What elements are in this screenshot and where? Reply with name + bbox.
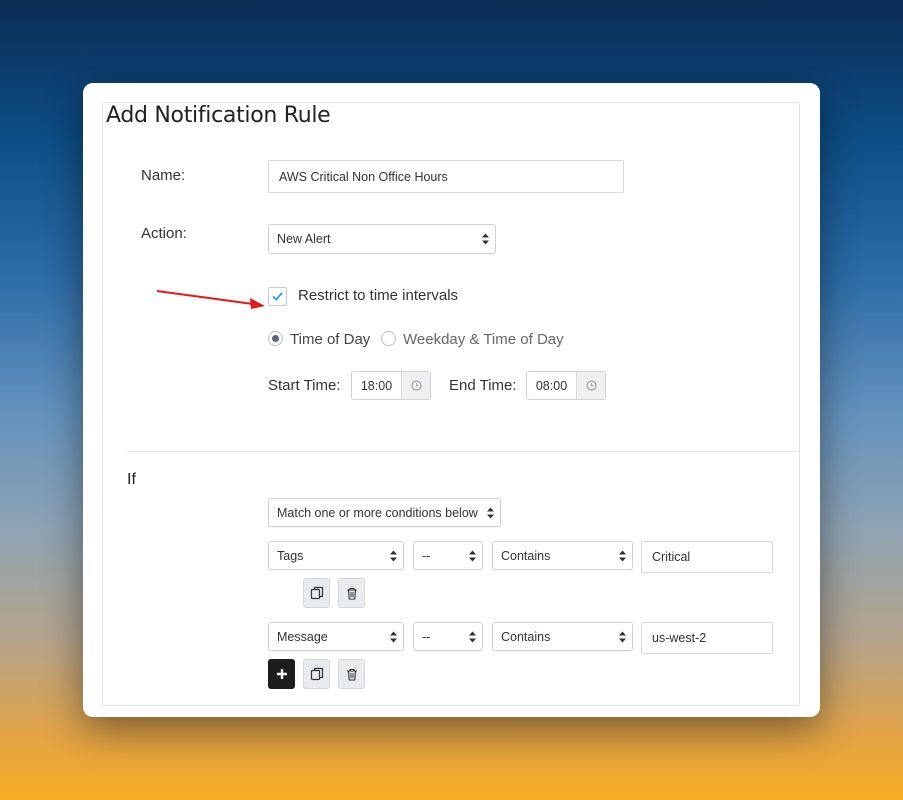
section-divider <box>127 451 799 452</box>
select-arrows-icon <box>469 631 476 642</box>
radio-weekday-time-of-day[interactable] <box>381 331 396 346</box>
trash-icon <box>346 587 357 600</box>
radio-time-of-day[interactable] <box>268 331 283 346</box>
condition-comparator-select[interactable]: Contains <box>492 541 633 570</box>
trash-icon <box>346 668 357 681</box>
delete-condition-button[interactable] <box>338 659 365 689</box>
name-input-value: AWS Critical Non Office Hours <box>279 169 448 184</box>
condition-comparator-value: Contains <box>501 629 551 644</box>
select-arrows-icon <box>390 550 397 561</box>
if-heading: If <box>127 471 136 488</box>
condition-field-value: Message <box>277 629 328 644</box>
start-time-picker[interactable]: 18:00 <box>351 371 431 400</box>
copy-icon <box>310 586 323 600</box>
name-input[interactable]: AWS Critical Non Office Hours <box>268 160 624 193</box>
restrict-label: Restrict to time intervals <box>298 287 459 304</box>
condition-value-text: us-west-2 <box>652 631 707 645</box>
end-time-label: End Time: <box>449 377 517 394</box>
condition-value-input[interactable]: us-west-2 <box>641 622 773 654</box>
condition-field-select[interactable]: Message <box>268 622 404 651</box>
condition-operator-value: -- <box>422 629 431 644</box>
condition-value-input[interactable]: Critical <box>641 541 773 573</box>
condition-comparator-select[interactable]: Contains <box>492 622 633 651</box>
clock-icon <box>585 380 597 391</box>
dialog-title: Add Notification Rule <box>106 103 331 128</box>
plus-icon <box>276 669 287 679</box>
notification-rule-panel: Add Notification Rule Name: AWS Critical… <box>102 102 800 706</box>
name-label: Name: <box>141 167 186 184</box>
action-select[interactable]: New Alert <box>268 224 496 254</box>
select-arrows-icon <box>469 550 476 561</box>
radio-time-of-day-label[interactable]: Time of Day <box>290 331 370 348</box>
checkmark-icon <box>272 292 283 301</box>
match-mode-value: Match one or more conditions below <box>277 505 478 520</box>
action-select-value: New Alert <box>277 232 331 246</box>
action-label: Action: <box>141 225 187 242</box>
condition-value-text: Critical <box>652 550 691 564</box>
start-time-value[interactable]: 18:00 <box>352 372 401 399</box>
select-arrows-icon <box>619 550 626 561</box>
condition-operator-select[interactable]: -- <box>413 622 483 651</box>
duplicate-condition-button[interactable] <box>303 659 330 689</box>
end-time-clock-button[interactable] <box>576 372 605 399</box>
condition-field-value: Tags <box>277 548 304 563</box>
end-time-value[interactable]: 08:00 <box>527 372 576 399</box>
add-condition-button[interactable] <box>268 659 295 689</box>
select-arrows-icon <box>482 233 489 245</box>
clock-icon <box>410 380 422 391</box>
select-arrows-icon <box>390 631 397 642</box>
dialog-card: Add Notification Rule Name: AWS Critical… <box>83 83 820 717</box>
start-time-label: Start Time: <box>268 377 341 394</box>
end-time-picker[interactable]: 08:00 <box>526 371 606 400</box>
duplicate-condition-button[interactable] <box>303 578 330 608</box>
restrict-checkbox[interactable] <box>268 287 287 306</box>
radio-weekday-time-of-day-label[interactable]: Weekday & Time of Day <box>403 331 564 348</box>
select-arrows-icon <box>487 507 494 518</box>
select-arrows-icon <box>619 631 626 642</box>
delete-condition-button[interactable] <box>338 578 365 608</box>
condition-field-select[interactable]: Tags <box>268 541 404 570</box>
copy-icon <box>310 667 323 681</box>
condition-comparator-value: Contains <box>501 548 551 563</box>
condition-operator-select[interactable]: -- <box>413 541 483 570</box>
start-time-clock-button[interactable] <box>401 372 430 399</box>
match-mode-select[interactable]: Match one or more conditions below <box>268 498 501 527</box>
annotation-arrow-icon <box>156 290 265 309</box>
condition-operator-value: -- <box>422 548 431 563</box>
